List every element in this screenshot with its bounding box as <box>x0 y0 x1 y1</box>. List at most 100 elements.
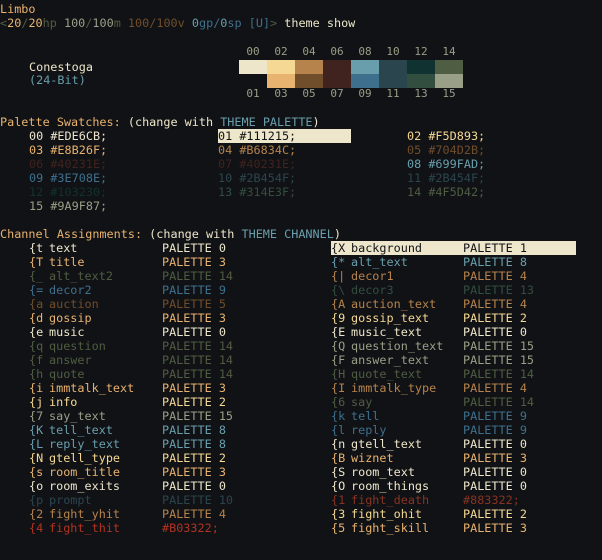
channel-code: {7 <box>29 409 44 423</box>
channel-value: PALETTE 4 <box>463 269 527 283</box>
channel-value: PALETTE 0 <box>463 465 527 479</box>
channel-name: room_title <box>49 465 121 479</box>
channel-value: PALETTE 0 <box>162 241 226 255</box>
swatch-index-bottom: 13 <box>414 87 428 100</box>
channel-name: alt_text <box>351 255 408 269</box>
channel-name: room_text <box>351 465 415 479</box>
swatch-index-top: 12 <box>414 45 428 58</box>
palette-index: 14 <box>407 185 422 199</box>
channel-code: {5 <box>331 521 346 535</box>
channel-row: {\ decor3 PALETTE 13 <box>331 283 534 297</box>
channel-value: PALETTE 14 <box>162 353 234 367</box>
swatch-index-top: 10 <box>386 45 400 58</box>
palette-entry: 12 #103230; <box>29 185 107 199</box>
channel-row: {I immtalk_type PALETTE 4 <box>331 381 527 395</box>
channel-code: {s <box>29 465 44 479</box>
channel-value: #B03322; <box>162 521 219 535</box>
swatch-bottom <box>323 74 351 88</box>
channel-name: fight_yhit <box>49 507 121 521</box>
channel-value: PALETTE 2 <box>463 311 527 325</box>
channel-code: {e <box>29 325 44 339</box>
channel-code: {a <box>29 297 44 311</box>
channel-name: immtalk_type <box>351 381 437 395</box>
palette-index: 11 <box>407 171 422 185</box>
palette-entry: 07 #40231E; <box>218 157 296 171</box>
channel-row: {h quote PALETTE 14 <box>29 367 233 381</box>
channel-row: {= decor2 PALETTE 9 <box>29 283 226 297</box>
gp-value: 0 <box>191 16 199 30</box>
channel-row: {L reply_text PALETTE 8 <box>29 437 226 451</box>
palette-hex: #111215; <box>239 129 297 143</box>
channel-code: {B <box>331 451 346 465</box>
channel-row: {X background PALETTE 1 <box>331 241 576 255</box>
channel-value: PALETTE 5 <box>162 297 226 311</box>
palette-entry: 14 #4F5D42; <box>407 185 485 199</box>
channel-code: {t <box>29 241 44 255</box>
swatch-index-top: 04 <box>302 45 316 58</box>
channel-row: {l reply PALETTE 9 <box>331 423 527 437</box>
channel-value: PALETTE 3 <box>463 451 527 465</box>
channel-name: gtell_type <box>49 451 121 465</box>
channel-value: PALETTE 3 <box>463 521 527 535</box>
channel-row: {K tell_text PALETTE 8 <box>29 423 226 437</box>
channel-row: {f answer PALETTE 14 <box>29 353 233 367</box>
palette-entry: 01 #111215; <box>218 129 351 143</box>
channel-name: alt_text2 <box>49 269 113 283</box>
swatch-top <box>323 60 351 74</box>
channel-code: {T <box>29 255 44 269</box>
channel-code: {q <box>29 339 44 353</box>
palette-entry: 03 #E8B26F; <box>29 143 107 157</box>
channel-name: music_text <box>351 325 423 339</box>
palette-hex: #B6834C; <box>239 143 297 157</box>
palette-index: 08 <box>407 157 422 171</box>
channel-name: immtalk_text <box>49 381 135 395</box>
palette-heading: Palette Swatches: (change with THEME PAL… <box>0 115 320 129</box>
channel-row: {2 fight_yhit PALETTE 4 <box>29 507 226 521</box>
channel-code: {* <box>331 255 346 269</box>
channel-code: {L <box>29 437 44 451</box>
channel-row: {t text PALETTE 0 <box>29 241 226 255</box>
palette-hex: #F5D893; <box>428 129 486 143</box>
channel-value: PALETTE 15 <box>463 339 535 353</box>
channel-row: {k tell PALETTE 9 <box>331 409 527 423</box>
palette-entry: 10 #2B454F; <box>218 171 296 185</box>
palette-hex: #40231E; <box>50 157 108 171</box>
channel-row: {A auction_text PALETTE 4 <box>331 297 527 311</box>
channel-name: reply <box>351 423 387 437</box>
swatch-top <box>239 60 267 74</box>
channel-value: PALETTE 14 <box>162 367 234 381</box>
channel-value: PALETTE 2 <box>162 395 226 409</box>
palette-entry: 06 #40231E; <box>29 157 107 171</box>
channel-value: PALETTE 0 <box>463 437 527 451</box>
channel-code: {9 <box>331 311 346 325</box>
channel-name: text <box>49 241 78 255</box>
palette-hex: #4F5D42; <box>428 185 486 199</box>
palette-entry: 09 #3E708E; <box>29 171 107 185</box>
palette-index: 04 <box>218 143 233 157</box>
channel-row: {H quote_text PALETTE 14 <box>331 367 534 381</box>
v-value: 100 <box>127 16 150 30</box>
channel-row: {* alt_text PALETTE 8 <box>331 255 527 269</box>
channel-name: decor2 <box>49 283 92 297</box>
mv-max: 100 <box>92 16 114 30</box>
channel-value: PALETTE 3 <box>162 255 226 269</box>
swatch-bottom <box>435 74 463 88</box>
prompt-line: <20/20hp 100/100m 100/100v 0gp/0sp [U]> … <box>0 16 356 30</box>
channel-row: {O room_things PALETTE 0 <box>331 479 527 493</box>
channel-code: {F <box>331 353 346 367</box>
channel-code: {S <box>331 465 346 479</box>
palette-hex: #9A9F87; <box>50 199 108 213</box>
swatch-top <box>435 60 463 74</box>
channel-value: PALETTE 4 <box>162 507 226 521</box>
palette-index: 00 <box>29 129 44 143</box>
palette-entry: 15 #9A9F87; <box>29 199 107 213</box>
swatch-top <box>267 60 295 74</box>
channel-value: PALETTE 0 <box>162 325 226 339</box>
channel-row: {5 fight_skill PALETTE 3 <box>331 521 527 535</box>
channel-name: fight_ohit <box>351 507 423 521</box>
channel-value: PALETTE 14 <box>463 367 535 381</box>
channel-value: #883322; <box>463 493 520 507</box>
channel-name: music <box>49 325 85 339</box>
channel-code: {= <box>29 283 44 297</box>
channel-value: PALETTE 3 <box>162 465 226 479</box>
